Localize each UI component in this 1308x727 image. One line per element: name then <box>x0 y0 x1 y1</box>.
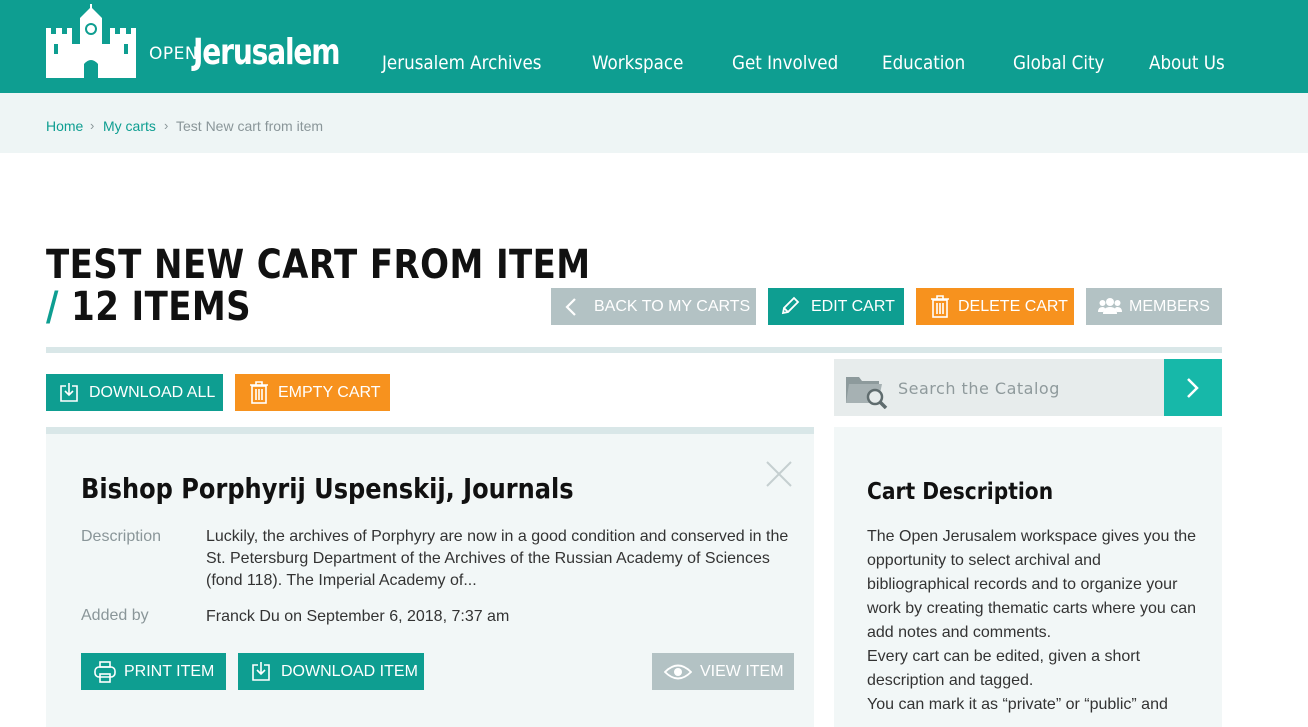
item-description: Luckily, the archives of Porphyry are no… <box>206 528 789 589</box>
view-item-button[interactable]: VIEW ITEM <box>652 653 794 690</box>
cart-title: TEST NEW CART FROM ITEM <box>46 242 591 288</box>
breadcrumb-separator: › <box>90 118 95 133</box>
section-divider <box>46 347 1222 353</box>
page-title: TEST NEW CART FROM ITEM / 12 ITEMS <box>46 244 591 328</box>
description-label: Description <box>81 528 162 545</box>
download-all-label: DOWNLOAD ALL <box>89 383 216 401</box>
breadcrumb-separator: › <box>164 118 169 133</box>
members-button-label: MEMBERS <box>1129 297 1210 315</box>
folder-search-icon <box>845 369 889 414</box>
trash-icon <box>249 381 269 404</box>
breadcrumb-current: Test New cart from item <box>176 118 324 134</box>
chevron-right-icon <box>1187 377 1199 398</box>
eye-icon <box>664 663 692 681</box>
logo-open-text: OPEN <box>149 44 199 64</box>
print-item-button[interactable]: PRINT ITEM <box>81 653 226 690</box>
pencil-icon <box>780 296 800 316</box>
delete-button-label: DELETE CART <box>958 297 1068 315</box>
item-count: 12 ITEMS <box>71 284 252 330</box>
search-input[interactable] <box>898 377 1158 399</box>
users-icon <box>1098 296 1122 316</box>
item-title[interactable]: Bishop Porphyrij Uspenskij, Journals <box>81 472 574 505</box>
edit-cart-button[interactable]: EDIT CART <box>768 288 904 325</box>
cart-item-card: Bishop Porphyrij Uspenskij, Journals Des… <box>46 427 814 727</box>
back-to-my-carts-button[interactable]: BACK TO MY CARTS <box>551 288 756 325</box>
description-paragraph: The Open Jerusalem workspace gives you t… <box>867 528 1197 641</box>
catalog-search <box>834 359 1222 416</box>
site-logo[interactable]: OPEN Jerusalem <box>46 4 341 80</box>
edit-button-label: EDIT CART <box>811 297 895 315</box>
site-header: OPEN Jerusalem Jerusalem Archives Worksp… <box>0 0 1308 93</box>
empty-cart-label: EMPTY CART <box>278 383 381 401</box>
back-button-label: BACK TO MY CARTS <box>594 297 751 315</box>
nav-workspace[interactable]: Workspace <box>592 52 683 74</box>
download-item-button[interactable]: DOWNLOAD ITEM <box>238 653 424 690</box>
close-icon[interactable] <box>764 459 794 494</box>
download-all-button[interactable]: DOWNLOAD ALL <box>46 374 223 411</box>
nav-global-city[interactable]: Global City <box>1013 52 1104 74</box>
logo-jerusalem-text: Jerusalem <box>193 32 341 73</box>
cart-description-heading: Cart Description <box>867 479 1054 505</box>
logo-castle-icon <box>46 4 136 78</box>
chevron-left-icon <box>565 297 577 317</box>
printer-icon <box>93 661 117 683</box>
download-item-label: DOWNLOAD ITEM <box>281 662 418 680</box>
description-paragraph: Every cart can be edited, given a short … <box>867 648 1141 689</box>
breadcrumb-home[interactable]: Home <box>46 118 83 134</box>
trash-icon <box>930 295 950 318</box>
cart-description-text: The Open Jerusalem workspace gives you t… <box>867 525 1197 717</box>
download-icon <box>251 661 271 682</box>
breadcrumb: Home › My carts › Test New cart from ite… <box>0 93 1308 153</box>
nav-jerusalem-archives[interactable]: Jerusalem Archives <box>382 52 541 74</box>
print-item-label: PRINT ITEM <box>124 662 215 680</box>
cart-description-panel: Cart Description The Open Jerusalem work… <box>834 427 1222 727</box>
nav-get-involved[interactable]: Get Involved <box>732 52 838 74</box>
item-added-by: Franck Du on September 6, 2018, 7:37 am <box>206 608 510 625</box>
members-button[interactable]: MEMBERS <box>1086 288 1222 325</box>
nav-about-us[interactable]: About Us <box>1149 52 1225 74</box>
delete-cart-button[interactable]: DELETE CART <box>916 288 1074 325</box>
view-item-label: VIEW ITEM <box>700 662 784 680</box>
empty-cart-button[interactable]: EMPTY CART <box>235 374 390 411</box>
nav-education[interactable]: Education <box>882 52 965 74</box>
description-paragraph: You can mark it as “private” or “public”… <box>867 696 1168 713</box>
breadcrumb-my-carts[interactable]: My carts <box>103 118 156 134</box>
added-by-label: Added by <box>81 607 149 624</box>
title-slash: / <box>46 284 59 330</box>
download-icon <box>59 382 79 403</box>
search-submit-button[interactable] <box>1164 359 1222 416</box>
